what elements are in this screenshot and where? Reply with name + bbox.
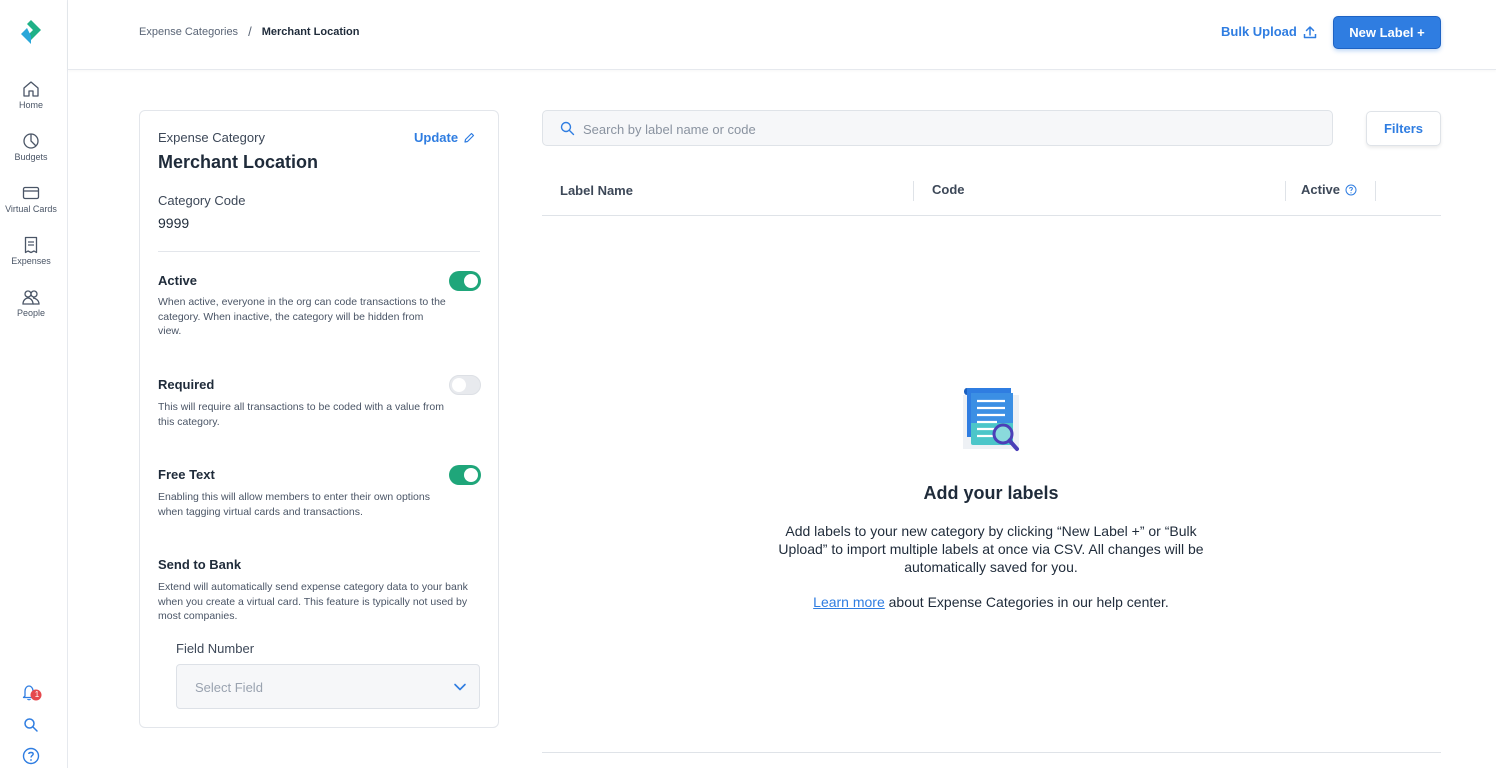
free-text-toggle[interactable] xyxy=(449,465,481,485)
field-number-placeholder: Select Field xyxy=(195,680,263,695)
card-icon xyxy=(22,186,40,200)
people-icon xyxy=(22,290,40,305)
sidebar-item-label: Budgets xyxy=(14,152,48,162)
column-divider xyxy=(1375,181,1376,201)
category-title: Merchant Location xyxy=(158,152,319,172)
filters-button[interactable]: Filters xyxy=(1366,111,1441,146)
empty-state-body: Add labels to your new category by click… xyxy=(778,523,1204,575)
category-code-value: 9999 xyxy=(158,215,190,231)
home-icon xyxy=(23,81,39,97)
toggle-knob xyxy=(464,274,478,288)
empty-state-help: Learn more about Expense Categories in o… xyxy=(742,594,1240,610)
toggle-knob xyxy=(452,378,466,392)
active-toggle[interactable] xyxy=(449,271,481,291)
sidebar-item-people[interactable]: People xyxy=(0,288,62,318)
table-bottom-divider xyxy=(542,752,1441,753)
empty-state-help-text: about Expense Categories in our help cen… xyxy=(884,594,1169,610)
setting-desc-active: When active, everyone in the org can cod… xyxy=(158,296,446,337)
document-search-icon xyxy=(963,388,1019,451)
card-divider xyxy=(158,251,480,252)
setting-title-free-text: Free Text xyxy=(158,467,215,482)
breadcrumb-current: Merchant Location xyxy=(261,25,360,38)
search-button[interactable] xyxy=(0,717,62,738)
new-label-button[interactable]: New Label + xyxy=(1333,16,1441,49)
required-toggle[interactable] xyxy=(449,375,481,395)
notification-badge: 1 xyxy=(34,690,40,699)
setting-title-required: Required xyxy=(158,377,215,392)
upload-icon xyxy=(1303,25,1317,38)
learn-more-link[interactable]: Learn more xyxy=(813,594,885,610)
bulk-upload-button[interactable]: Bulk Upload xyxy=(1221,24,1317,39)
sidebar-item-label: Virtual Cards xyxy=(5,204,57,214)
sidebar-item-label: Home xyxy=(18,100,43,110)
labels-table-header: Label Name Code Active xyxy=(542,170,1441,216)
chevron-down-icon xyxy=(454,683,466,691)
help-icon xyxy=(22,747,40,765)
setting-desc-required: This will require all transactions to be… xyxy=(158,401,444,428)
sidebar-item-label: People xyxy=(16,308,46,318)
sidebar-item-virtual-cards[interactable]: Virtual Cards xyxy=(0,184,62,214)
setting-title-send-to-bank: Send to Bank xyxy=(158,557,242,572)
pie-chart-icon xyxy=(23,133,39,149)
sidebar: Home Budgets Virtual Cards Expenses Peop… xyxy=(0,0,68,768)
breadcrumb-parent-link[interactable]: Expense Categories xyxy=(139,26,238,38)
help-button[interactable] xyxy=(0,747,62,768)
breadcrumb: Expense Categories / Merchant Location xyxy=(139,24,359,39)
info-icon[interactable] xyxy=(1345,184,1357,196)
category-code-label: Category Code xyxy=(158,193,246,208)
update-label: Update xyxy=(414,130,459,145)
sidebar-item-expenses[interactable]: Expenses xyxy=(0,236,62,266)
sidebar-item-label: Expenses xyxy=(11,256,51,266)
category-eyebrow: Expense Category xyxy=(158,130,265,145)
receipt-icon xyxy=(24,236,38,254)
app-root: Home Budgets Virtual Cards Expenses Peop… xyxy=(0,0,1496,768)
label-search-input[interactable] xyxy=(583,120,1283,138)
toggle-knob xyxy=(464,468,478,482)
brand-logo[interactable] xyxy=(19,18,43,48)
search-icon xyxy=(560,121,575,136)
field-number-label: Field Number xyxy=(176,641,255,656)
column-header-active-label: Active xyxy=(1301,182,1341,197)
notifications-button[interactable]: 1 xyxy=(0,682,62,707)
category-details-card: Expense Category Merchant Location Updat… xyxy=(139,110,499,728)
setting-title-active: Active xyxy=(158,273,198,288)
column-header-active[interactable]: Active xyxy=(1301,182,1357,197)
setting-desc-free-text: Enabling this will allow members to ente… xyxy=(158,491,430,518)
empty-state: Add your labels Add labels to your new c… xyxy=(742,385,1240,610)
top-header: Expense Categories / Merchant Location B… xyxy=(68,0,1496,70)
search-icon xyxy=(24,718,38,732)
update-button[interactable]: Update xyxy=(414,130,475,145)
field-number-select[interactable]: Select Field xyxy=(176,664,480,709)
breadcrumb-separator: / xyxy=(248,24,252,39)
column-header-code[interactable]: Code xyxy=(932,182,965,197)
setting-desc-send-to-bank: Extend will automatically send expense c… xyxy=(158,581,468,622)
bulk-upload-label: Bulk Upload xyxy=(1221,24,1297,39)
column-header-label-name[interactable]: Label Name xyxy=(560,183,633,198)
sidebar-item-budgets[interactable]: Budgets xyxy=(0,132,62,162)
pencil-icon xyxy=(464,132,475,143)
column-divider xyxy=(913,181,914,201)
label-search-box xyxy=(542,110,1333,146)
empty-state-title: Add your labels xyxy=(923,483,1059,503)
column-divider xyxy=(1285,181,1286,201)
sidebar-item-home[interactable]: Home xyxy=(0,80,62,110)
